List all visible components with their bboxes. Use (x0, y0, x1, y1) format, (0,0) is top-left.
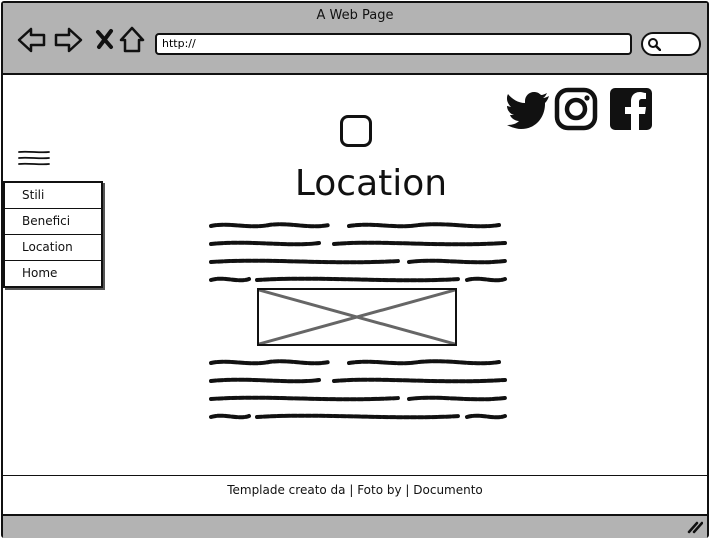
facebook-icon[interactable] (609, 87, 653, 131)
footer-text: Templade creato da | Foto by | Documento (227, 483, 483, 497)
hamburger-menu-icon[interactable] (18, 149, 50, 169)
paragraph-placeholder-bottom (209, 357, 509, 429)
search-field[interactable] (641, 32, 701, 56)
footer-divider (3, 475, 707, 476)
window-title: A Web Page (316, 8, 394, 23)
home-icon[interactable] (117, 25, 147, 55)
menu-item-benefici[interactable]: Benefici (5, 209, 101, 235)
browser-window: A Web Page http:// Location Stili Benefi… (1, 1, 709, 538)
image-placeholder (257, 288, 457, 346)
back-arrow-icon[interactable] (17, 25, 47, 55)
browser-toolbar: A Web Page http:// (3, 3, 707, 75)
forward-arrow-icon[interactable] (53, 25, 83, 55)
menu-item-stili[interactable]: Stili (5, 183, 101, 209)
search-icon (648, 38, 661, 51)
resize-grip-icon[interactable] (687, 520, 703, 534)
url-field[interactable]: http:// (155, 33, 632, 55)
menu-item-location[interactable]: Location (5, 235, 101, 261)
status-bar (3, 514, 707, 538)
page-title: Location (294, 163, 448, 204)
menu-item-home[interactable]: Home (5, 261, 101, 286)
logo-placeholder (340, 115, 372, 147)
instagram-icon[interactable] (554, 87, 598, 131)
twitter-icon[interactable] (507, 87, 551, 131)
paragraph-placeholder-top (209, 220, 509, 292)
dropdown-menu: Stili Benefici Location Home (3, 181, 103, 288)
